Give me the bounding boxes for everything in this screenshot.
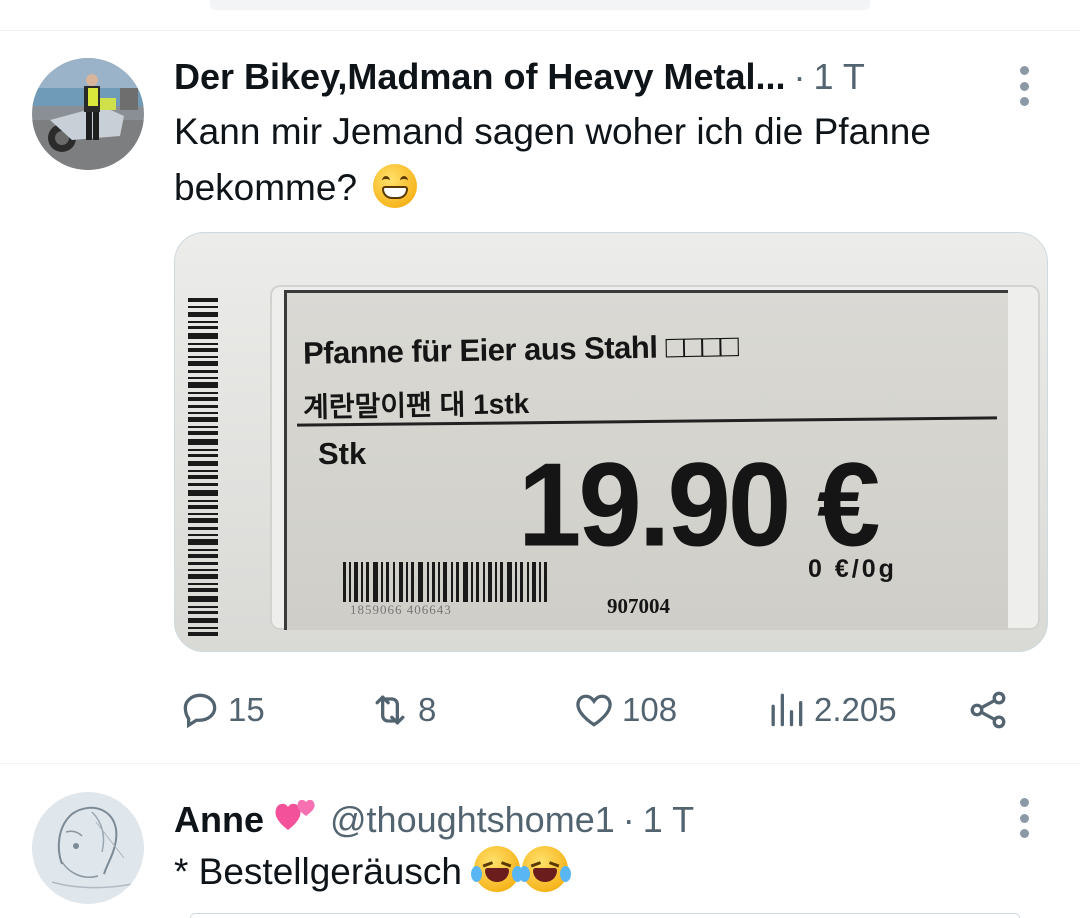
tears-of-joy-emoji (471, 846, 524, 892)
price-tag-code: 907004 (607, 594, 670, 618)
more-options-icon[interactable] (1014, 798, 1034, 838)
timestamp[interactable]: 1 T (814, 56, 865, 98)
separator-dot: · (793, 56, 806, 97)
reply-button[interactable]: 15 (178, 682, 265, 738)
avatar[interactable] (32, 792, 144, 904)
reply-count: 15 (228, 691, 265, 728)
tweet-header: Der Bikey,Madman of Heavy Metal... · 1 T (174, 56, 865, 98)
heart-icon (576, 694, 612, 727)
reply-icon (183, 693, 217, 729)
share-icon (970, 691, 1006, 729)
grinning-face-emoji (373, 164, 418, 208)
media-preview-edge (190, 913, 1020, 918)
separator-dot: · (622, 799, 635, 840)
price-tag-unit-price: 0 €/0g (808, 555, 897, 583)
price-tag-barcode-digits: 1859066 406643 (350, 602, 452, 617)
view-count: 2.205 (814, 691, 897, 728)
tweet-text-content: * Bestellgeräusch (174, 851, 462, 892)
tweet-actions: 15 8 108 2.205 (174, 682, 1034, 738)
tears-of-joy-emoji (519, 846, 572, 892)
two-hearts-emoji (274, 796, 318, 832)
like-count: 108 (622, 691, 678, 728)
tweet-text: Kann mir Jemand sagen woher ich die Pfan… (174, 104, 1034, 216)
views-button[interactable]: 2.205 (764, 682, 897, 738)
price-tag-unit: Stk (318, 436, 367, 471)
views-icon (771, 693, 803, 727)
previous-tweet-edge (210, 0, 870, 10)
price-tag-barcode (343, 562, 547, 602)
share-button[interactable] (966, 682, 1010, 738)
retweet-count: 8 (418, 691, 437, 728)
price-tag-product-name: Pfanne für Eier aus Stahl □□□□ (302, 328, 739, 371)
price-tag-korean-name: 계란말이팬 대 1stk (302, 388, 530, 423)
divider (0, 30, 1080, 31)
more-options-icon[interactable] (1014, 66, 1034, 106)
divider (0, 763, 1080, 764)
user-handle[interactable]: @thoughtshome1 (330, 799, 615, 841)
tweet-header: Anne @thoughtshome1 · 1 T (174, 796, 694, 841)
timestamp[interactable]: 1 T (643, 799, 694, 841)
tweet-text-content: Kann mir Jemand sagen woher ich die Pfan… (174, 111, 931, 208)
retweet-icon (375, 695, 405, 725)
avatar[interactable] (32, 58, 144, 170)
price-tag-price: 19.90 € (518, 439, 880, 572)
display-name[interactable]: Der Bikey,Madman of Heavy Metal... (174, 56, 786, 98)
display-name[interactable]: Anne (174, 799, 264, 841)
retweet-button[interactable]: 8 (368, 682, 436, 738)
tweet-text: * Bestellgeräusch (174, 844, 1034, 900)
price-tag-side-barcode (188, 298, 218, 636)
like-button[interactable]: 108 (572, 682, 677, 738)
